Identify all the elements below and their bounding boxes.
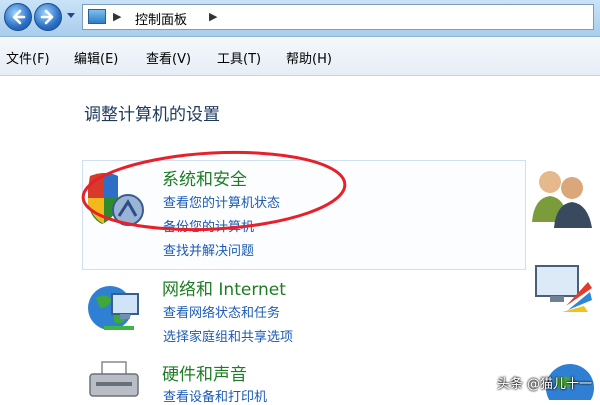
printer-icon[interactable] xyxy=(84,360,144,400)
link-homegroup-sharing[interactable]: 选择家庭组和共享选项 xyxy=(163,326,293,345)
category-hardware-sound[interactable]: 硬件和声音 xyxy=(162,360,247,385)
category-network-internet[interactable]: 网络和 Internet xyxy=(162,275,286,300)
user-accounts-icon[interactable] xyxy=(530,166,594,228)
link-devices-printers[interactable]: 查看设备和打印机 xyxy=(163,386,267,405)
appearance-display-icon[interactable] xyxy=(532,262,594,316)
watermark-text: 头条 @猫儿十一 xyxy=(496,377,592,392)
highlight-ellipse-annotation xyxy=(81,150,347,232)
network-globe-icon[interactable] xyxy=(84,278,144,338)
link-view-network-status[interactable]: 查看网络状态和任务 xyxy=(163,302,280,321)
